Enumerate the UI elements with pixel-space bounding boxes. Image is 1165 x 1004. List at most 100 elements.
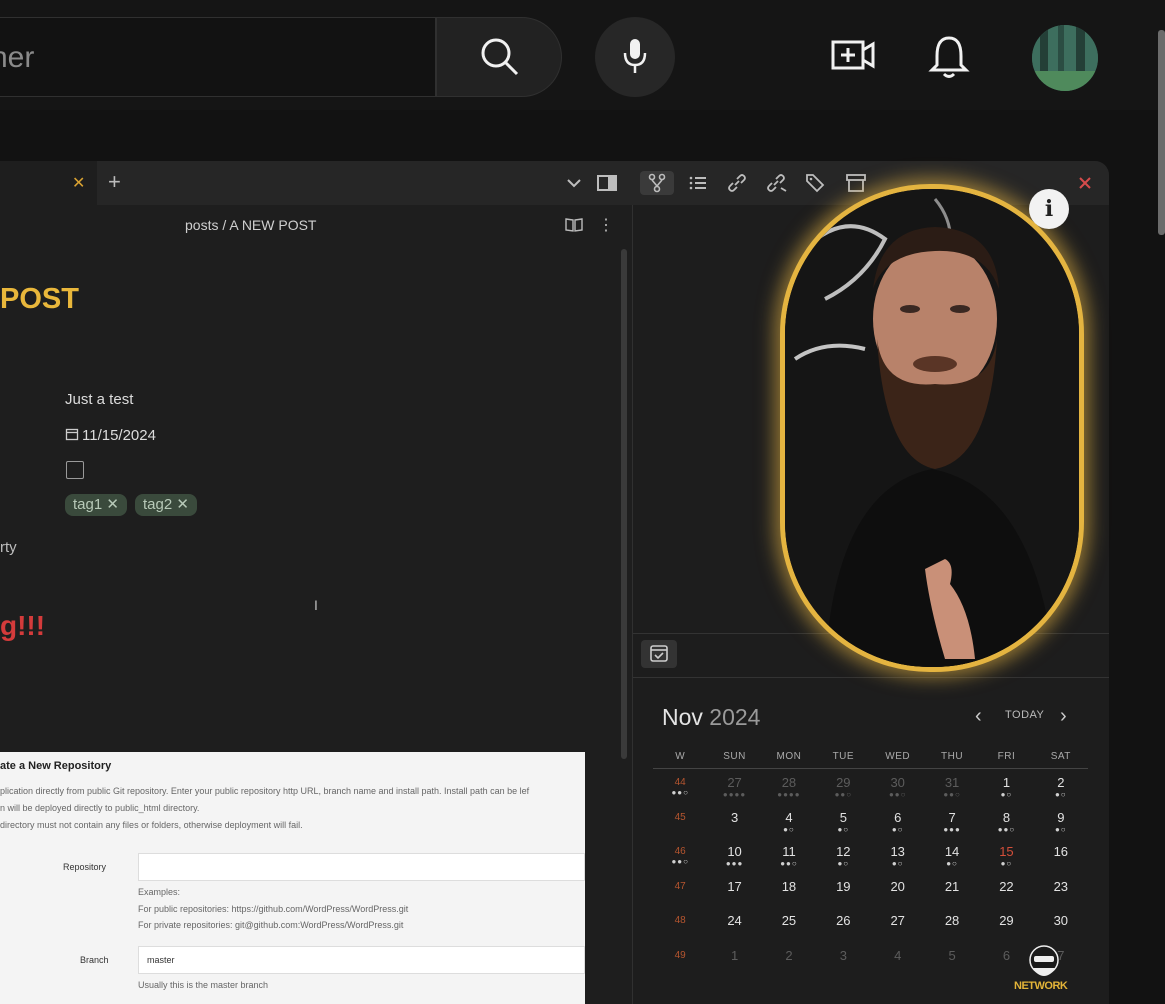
tags-icon[interactable]: [804, 171, 828, 195]
calendar-row: 47 17 18 19 20 21 22 23: [653, 873, 1088, 908]
reading-view-icon[interactable]: [565, 217, 583, 238]
calendar-day[interactable]: 1 ●○: [979, 769, 1033, 804]
calendar-day[interactable]: 27: [871, 907, 925, 942]
remove-tag-icon[interactable]: ✕: [106, 496, 119, 513]
voice-search-button[interactable]: [595, 17, 675, 97]
calendar-day[interactable]: 28 ●●●●: [762, 769, 816, 804]
weekday-header: MON: [776, 751, 802, 762]
backlinks-icon[interactable]: [725, 171, 749, 195]
calendar-day[interactable]: 16: [1034, 838, 1088, 873]
calendar-day[interactable]: 20: [871, 873, 925, 908]
calendar-day[interactable]: 30: [1034, 907, 1088, 942]
repository-input[interactable]: [138, 853, 585, 881]
tag-label: tag2: [143, 496, 173, 513]
archive-icon[interactable]: [844, 171, 868, 195]
mic-icon: [623, 39, 647, 73]
calendar-day[interactable]: 7 ●●●: [925, 804, 979, 839]
chevron-left-icon[interactable]: ‹: [975, 705, 982, 728]
public-example: For public repositories: https://github.…: [138, 904, 409, 914]
calendar-day[interactable]: 28: [925, 907, 979, 942]
avatar[interactable]: [1032, 25, 1098, 91]
day-number: 48: [674, 915, 686, 926]
calendar-day[interactable]: 5: [925, 942, 979, 977]
bell-icon: [928, 36, 970, 78]
calendar-day[interactable]: 6 ●○: [871, 804, 925, 839]
tab-active[interactable]: ✕: [0, 161, 97, 205]
day-number: 3: [839, 947, 847, 963]
calendar-day[interactable]: 25: [762, 907, 816, 942]
tag-pill[interactable]: tag2 ✕: [135, 494, 197, 516]
red-heading-text: g!!!: [0, 610, 46, 641]
calendar-day[interactable]: 14 ●○: [925, 838, 979, 873]
search-input-text: ner: [0, 41, 35, 74]
calendar-day[interactable]: 8 ●●○: [979, 804, 1033, 839]
chevron-down-icon[interactable]: [562, 171, 586, 195]
create-video-icon: [831, 40, 875, 70]
calendar-day[interactable]: 17: [707, 873, 761, 908]
remove-tag-icon[interactable]: ✕: [176, 496, 189, 513]
calendar-day[interactable]: 26: [816, 907, 870, 942]
new-tab-button[interactable]: +: [108, 169, 121, 195]
calendar-day[interactable]: 31 ●●○: [925, 769, 979, 804]
breadcrumb[interactable]: posts / A NEW POST: [185, 217, 316, 233]
weekday-header: TUE: [832, 751, 855, 762]
page-scrollbar[interactable]: [1158, 30, 1165, 235]
search-input[interactable]: ner: [0, 17, 436, 97]
calendar-day[interactable]: 29 ●●○: [816, 769, 870, 804]
chevron-right-icon[interactable]: ›: [1060, 705, 1067, 728]
calendar-day[interactable]: 23: [1034, 873, 1088, 908]
branch-input[interactable]: master: [138, 946, 585, 974]
calendar-day[interactable]: 3: [707, 804, 761, 839]
calendar-day[interactable]: 1: [707, 942, 761, 977]
calendar-day[interactable]: 5 ●○: [816, 804, 870, 839]
calendar-day[interactable]: 22: [979, 873, 1033, 908]
week-number: 48: [653, 907, 707, 942]
activity-dots: ●○: [1054, 790, 1067, 799]
search-button[interactable]: [436, 17, 562, 97]
property-date[interactable]: 11/15/2024: [65, 427, 156, 444]
calendar-day[interactable]: 3: [816, 942, 870, 977]
calendar-day[interactable]: 2: [762, 942, 816, 977]
outgoing-links-icon[interactable]: [764, 171, 788, 195]
property-description-value[interactable]: Just a test: [65, 391, 133, 408]
editor-scrollbar[interactable]: [621, 249, 627, 759]
calendar-day[interactable]: 24: [707, 907, 761, 942]
calendar-day[interactable]: 12 ●○: [816, 838, 870, 873]
notifications-button[interactable]: [928, 34, 970, 85]
calendar-day[interactable]: 15 ●○: [979, 838, 1033, 873]
add-property-button[interactable]: rty: [0, 539, 17, 556]
day-number: 1: [730, 947, 739, 963]
info-button[interactable]: i: [1029, 189, 1069, 229]
calendar-day[interactable]: 4: [871, 942, 925, 977]
calendar-day[interactable]: 9 ●○: [1034, 804, 1088, 839]
calendar-month: Nov: [662, 704, 703, 730]
calendar-check-icon[interactable]: [641, 640, 677, 668]
close-tab-icon[interactable]: ✕: [72, 173, 85, 193]
calendar-day[interactable]: 29: [979, 907, 1033, 942]
git-branch-icon[interactable]: [640, 171, 674, 195]
tag-pill[interactable]: tag1 ✕: [65, 494, 127, 516]
more-options-icon[interactable]: ⋮: [598, 215, 614, 235]
day-number: 4: [894, 947, 902, 963]
calendar-day[interactable]: 19: [816, 873, 870, 908]
calendar-day[interactable]: 11 ●●○: [762, 838, 816, 873]
day-number: 6: [1002, 947, 1011, 963]
close-pane-icon[interactable]: [1073, 171, 1097, 195]
calendar-day[interactable]: 2 ●○: [1034, 769, 1088, 804]
calendar-day[interactable]: 27 ●●●●: [707, 769, 761, 804]
activity-dots: ●○: [891, 824, 904, 834]
tag-label: tag1: [73, 496, 103, 513]
toggle-sidebar-icon[interactable]: [595, 171, 619, 195]
repository-label: Repository: [63, 862, 107, 872]
today-button[interactable]: TODAY: [1005, 709, 1044, 721]
calendar-day[interactable]: 4 ●○: [762, 804, 816, 839]
calendar-day[interactable]: 10 ●●●: [707, 838, 761, 873]
calendar-day[interactable]: 13 ●○: [871, 838, 925, 873]
calendar-day[interactable]: 18: [762, 873, 816, 908]
property-checkbox[interactable]: [66, 461, 84, 479]
list-icon[interactable]: [686, 171, 710, 195]
calendar-day[interactable]: 21: [925, 873, 979, 908]
embed-title: ate a New Repository: [0, 760, 112, 772]
calendar-day[interactable]: 30 ●●○: [871, 769, 925, 804]
create-button[interactable]: [830, 36, 876, 81]
